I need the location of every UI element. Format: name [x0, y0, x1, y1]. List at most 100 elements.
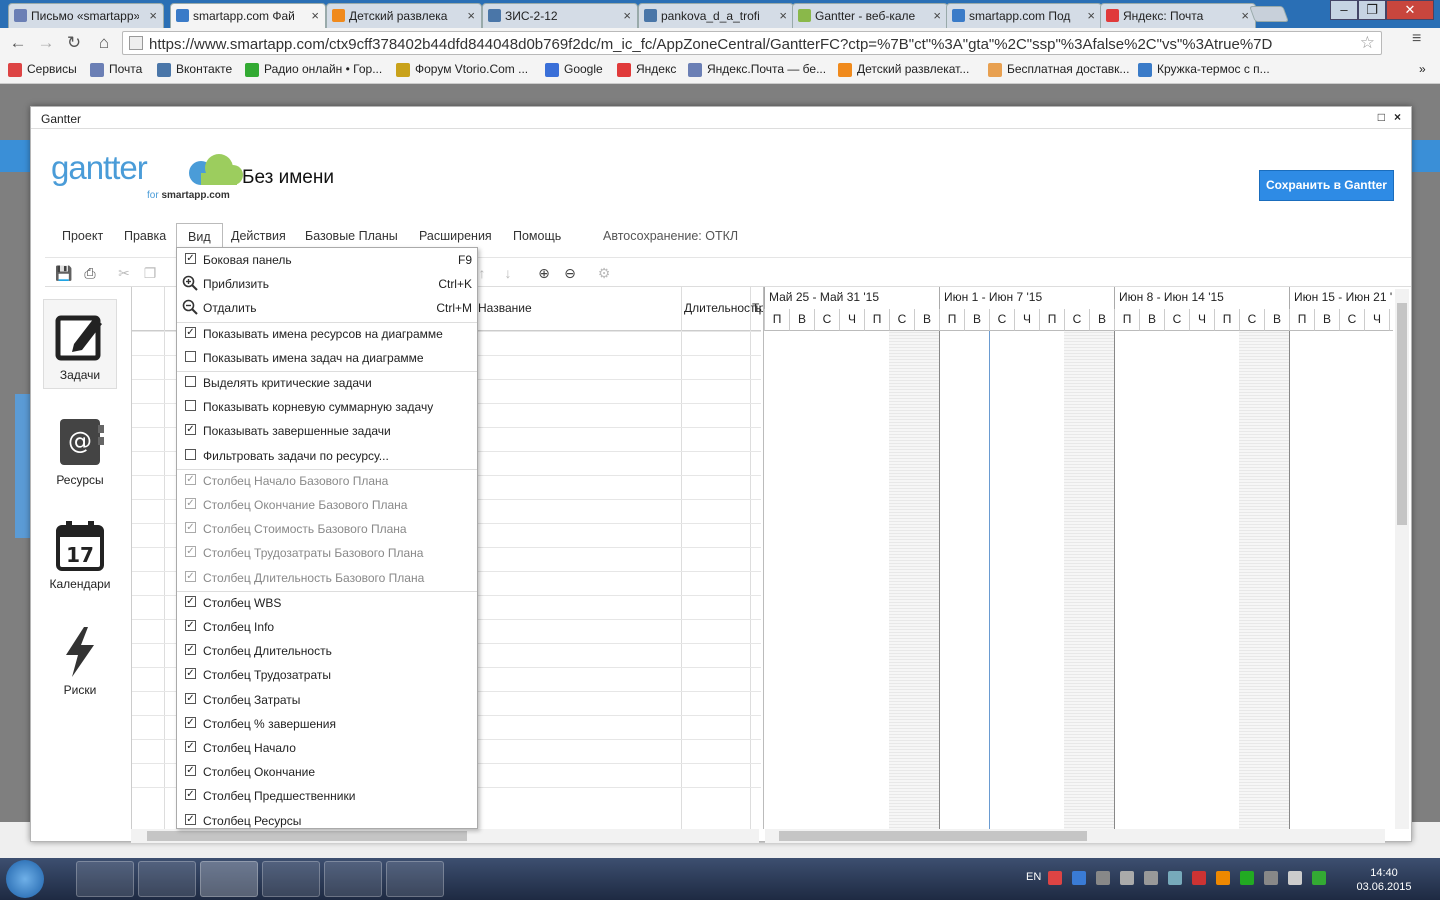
browser-tab[interactable]: Gantter - веб-кале × [792, 3, 948, 28]
view-menu-item[interactable]: ✓ Столбец Окончание [177, 760, 477, 784]
nav-lightning[interactable]: Риски [43, 615, 117, 705]
view-menu-item[interactable]: ✓ Столбец Начало [177, 736, 477, 760]
menu-actions[interactable]: Действия [220, 223, 297, 249]
bookmark-item[interactable]: Google [545, 62, 603, 80]
view-menu-item[interactable]: ✓ Столбец Info [177, 615, 477, 639]
view-menu-item[interactable]: ✓ Столбец Длительность [177, 639, 477, 663]
explorer-taskbar-icon[interactable] [138, 861, 196, 897]
menu-edit[interactable]: Правка [113, 223, 177, 249]
view-menu-item[interactable]: ✓ Столбец Ресурсы [177, 809, 477, 833]
office-tray-icon[interactable] [1216, 871, 1230, 885]
reload-button[interactable]: ↻ [64, 33, 84, 53]
view-menu-item[interactable]: Фильтровать задачи по ресурсу... [177, 444, 477, 468]
view-menu-item[interactable]: ✓ Боковая панель F9 [177, 248, 477, 272]
save-icon[interactable]: 💾 [55, 264, 73, 282]
bookmark-item[interactable]: Детский развлекат... [838, 62, 969, 80]
browser-tab[interactable]: smartapp.com Под × [946, 3, 1102, 28]
view-menu-item[interactable]: ✓ Столбец % завершения [177, 712, 477, 736]
nav-calendar[interactable]: 17 Календари [43, 509, 117, 599]
flag-tray-icon[interactable] [1192, 871, 1206, 885]
nav-edit[interactable]: Задачи [43, 299, 117, 389]
zoom-in-icon[interactable]: ⊕ [535, 264, 553, 282]
settings-icon[interactable]: ⚙ [595, 264, 613, 282]
bookmark-item[interactable]: Вконтакте [157, 62, 232, 80]
gantt-horizontal-scrollbar[interactable] [765, 829, 1385, 843]
view-menu-item[interactable]: ✓ Показывать имена ресурсов на диаграмме [177, 322, 477, 346]
monitor-tray-icon[interactable] [1096, 871, 1110, 885]
clock[interactable]: 14:40 03.06.2015 [1354, 866, 1414, 894]
minimize-window-button[interactable]: – [1330, 0, 1358, 20]
media-player-taskbar-icon[interactable] [76, 861, 134, 897]
home-button[interactable]: ⌂ [94, 33, 114, 53]
update-tray-icon[interactable] [1240, 871, 1254, 885]
menu-project[interactable]: Проект [51, 223, 114, 249]
move-down-icon[interactable]: ↓ [499, 264, 517, 282]
network-tray-icon[interactable] [1144, 871, 1158, 885]
tab-close-icon[interactable]: × [149, 8, 157, 23]
bookmark-star-icon[interactable]: ☆ [1360, 33, 1375, 53]
scroll-thumb[interactable] [1397, 303, 1407, 525]
dialog-maximize-button[interactable]: □ [1378, 110, 1385, 124]
gantt-vertical-scrollbar[interactable] [1395, 289, 1409, 829]
gantt-chart-area[interactable]: Май 25 - Май 31 '15 П В С Ч П С В Июн 1 - Июн 7 … [763, 287, 1393, 829]
browser-tab[interactable]: Письмо «smartapp» × [8, 3, 164, 28]
vk-tray-icon[interactable] [1288, 871, 1302, 885]
zoom-out-icon[interactable]: ⊖ [561, 264, 579, 282]
back-button[interactable]: ← [8, 33, 28, 53]
view-menu-item[interactable]: ✓ Столбец Предшественники [177, 784, 477, 808]
bookmarks-more-button[interactable]: » [1400, 62, 1426, 80]
sync-tray-icon[interactable] [1312, 871, 1326, 885]
bookmark-item[interactable]: Почта [90, 62, 142, 80]
browser-tab[interactable]: Детский развлека × [326, 3, 482, 28]
view-menu-item[interactable]: Показывать имена задач на диаграмме [177, 346, 477, 370]
aimp-taskbar-icon[interactable] [324, 861, 382, 897]
copy-icon[interactable]: ❐ [141, 264, 159, 282]
view-menu-item[interactable]: ✓ Столбец Затраты [177, 688, 477, 712]
column-name-header[interactable]: Название [478, 301, 532, 315]
feedback-side-tab[interactable] [15, 394, 31, 538]
menu-help[interactable]: Помощь [502, 223, 572, 249]
bookmark-item[interactable]: Яндекс.Почта — бе... [688, 62, 826, 80]
bookmark-item[interactable]: Форум Vtorio.Com ... [396, 62, 528, 80]
browser-tab[interactable]: Яндекс: Почта × [1100, 3, 1256, 28]
view-menu-item[interactable]: ✓ Столбец Трудозатраты [177, 663, 477, 687]
tab-close-icon[interactable]: × [779, 8, 787, 23]
view-menu-item[interactable]: Отдалить Ctrl+M [177, 296, 477, 320]
pdf-tray-icon[interactable] [1048, 871, 1062, 885]
menu-extensions[interactable]: Расширения [408, 223, 503, 249]
bookmark-item[interactable]: Кружка-термос с п... [1138, 62, 1270, 80]
volume-tray-icon[interactable] [1264, 871, 1278, 885]
tab-close-icon[interactable]: × [1241, 8, 1249, 23]
forward-button[interactable]: → [36, 33, 56, 53]
close-window-button[interactable]: ✕ [1386, 0, 1434, 20]
dialog-close-button[interactable]: × [1394, 110, 1401, 124]
browser-tab[interactable]: smartapp.com Фай × [170, 3, 326, 28]
chrome-taskbar-icon[interactable] [200, 861, 258, 897]
tab-close-icon[interactable]: × [311, 8, 319, 23]
scroll-thumb[interactable] [779, 831, 1087, 841]
menu-view[interactable]: Вид [176, 223, 223, 249]
tab-close-icon[interactable]: × [623, 8, 631, 23]
bookmark-item[interactable]: Яндекс [617, 62, 676, 80]
help-tray-icon[interactable] [1072, 871, 1086, 885]
browser-tab[interactable]: ЗИС-2-12 × [482, 3, 638, 28]
bookmark-item[interactable]: Бесплатная доставк... [988, 62, 1129, 80]
tab-close-icon[interactable]: × [933, 8, 941, 23]
url-input[interactable]: https://www.smartapp.com/ctx9cff378402b4… [122, 31, 1382, 55]
arrow-tray-icon[interactable] [1120, 871, 1134, 885]
view-menu-item[interactable]: Показывать корневую суммарную задачу [177, 395, 477, 419]
restore-window-button[interactable]: ❐ [1358, 0, 1386, 20]
view-menu-item[interactable]: Приблизить Ctrl+K [177, 272, 477, 296]
tab-close-icon[interactable]: × [467, 8, 475, 23]
new-tab-button[interactable] [1249, 6, 1289, 22]
language-indicator[interactable]: EN [1026, 871, 1041, 883]
bookmark-item[interactable]: Радио онлайн • Гор... [245, 62, 382, 80]
menu-baselines[interactable]: Базовые Планы [294, 223, 409, 249]
odnoklassniki-taskbar-icon[interactable] [262, 861, 320, 897]
browser-menu-icon[interactable]: ≡ [1412, 31, 1428, 47]
cut-icon[interactable]: ✂ [115, 264, 133, 282]
word-taskbar-icon[interactable] [386, 861, 444, 897]
bookmark-item[interactable]: Сервисы [8, 62, 77, 80]
nav-address-book[interactable]: @ Ресурсы [43, 405, 117, 495]
print-icon[interactable]: ⎙ [81, 264, 99, 282]
